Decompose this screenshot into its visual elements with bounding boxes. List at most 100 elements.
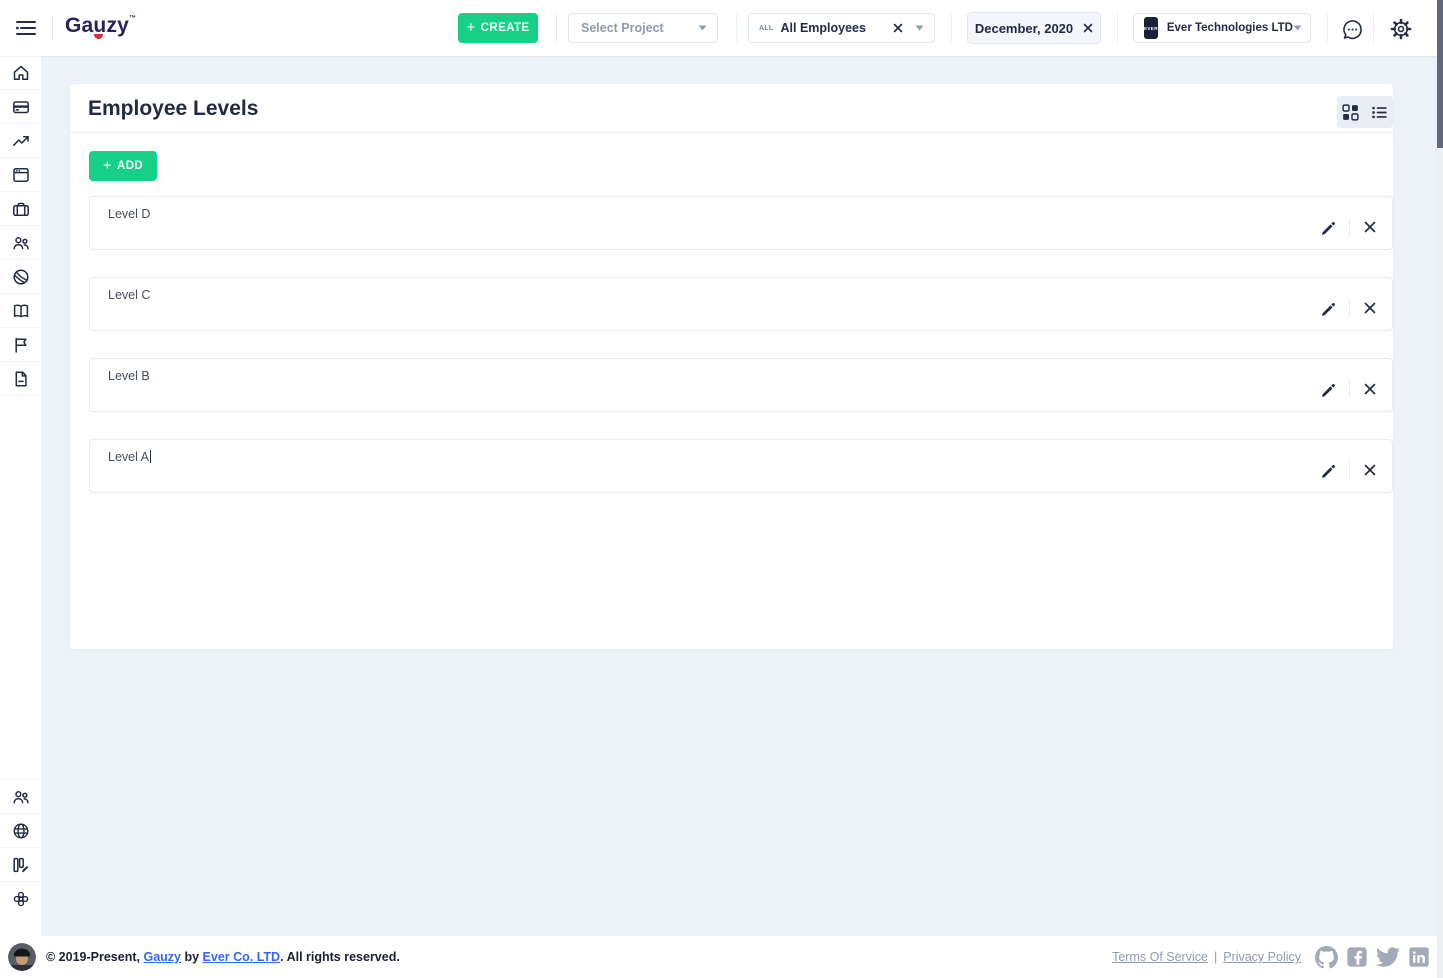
list-view-icon[interactable]	[1371, 104, 1388, 121]
text-cursor	[150, 450, 151, 463]
divider	[52, 16, 53, 40]
level-row[interactable]: Level A	[89, 439, 1393, 493]
social-icons	[1315, 945, 1430, 969]
sidebar-item-reports[interactable]	[0, 362, 41, 396]
sidebar-item-layouts[interactable]	[0, 847, 41, 881]
user-avatar[interactable]	[8, 943, 36, 971]
delete-x-icon[interactable]	[1360, 301, 1380, 315]
twitter-icon[interactable]	[1376, 945, 1400, 969]
ever-co-link[interactable]: Ever Co. LTD	[203, 950, 281, 964]
date-range-chip[interactable]: December, 2020	[967, 12, 1101, 44]
sidebar-item-dashboard[interactable]	[0, 56, 41, 90]
delete-x-icon[interactable]	[1360, 220, 1380, 234]
edit-pencil-icon[interactable]	[1317, 219, 1339, 235]
top-bar: Gauzy™ + CREATE Select Project ALL All E…	[0, 0, 1443, 56]
project-select[interactable]: Select Project	[568, 13, 718, 43]
employee-select-value: All Employees	[781, 21, 866, 35]
row-actions	[1317, 380, 1380, 398]
people-icon	[11, 233, 31, 253]
briefcase-icon	[11, 199, 31, 219]
edit-pencil-icon[interactable]	[1317, 381, 1339, 397]
sidebar-item-accounting[interactable]	[0, 90, 41, 124]
delete-x-icon[interactable]	[1360, 463, 1380, 477]
level-name: Level B	[108, 369, 150, 383]
date-range-value: December, 2020	[975, 21, 1073, 36]
layout-edit-icon	[11, 855, 31, 875]
trending-up-icon	[11, 131, 31, 151]
footer: © 2019-Present, Gauzy by Ever Co. LTD. A…	[0, 936, 1443, 978]
level-row[interactable]: Level B	[89, 358, 1393, 412]
divider	[1327, 14, 1328, 42]
scrollbar-thumb[interactable]	[1437, 0, 1443, 148]
file-text-icon	[11, 369, 31, 389]
gauzy-link[interactable]: Gauzy	[143, 950, 181, 964]
privacy-policy-link[interactable]: Privacy Policy	[1223, 950, 1301, 964]
terms-of-service-link[interactable]: Terms Of Service	[1112, 950, 1208, 964]
flag-icon	[11, 335, 31, 355]
book-open-icon	[11, 301, 31, 321]
organization-select[interactable]: EVER Ever Technologies LTD	[1133, 13, 1311, 43]
level-name: Level D	[108, 207, 150, 221]
organization-select-value: Ever Technologies LTD	[1167, 22, 1293, 34]
level-name: Level A	[108, 450, 151, 464]
level-list: Level D Level C	[89, 196, 1393, 493]
home-icon	[11, 63, 31, 83]
gauzy-logo[interactable]: Gauzy™	[65, 14, 136, 42]
sidebar-bottom-group	[0, 779, 41, 915]
close-icon[interactable]	[1083, 23, 1093, 33]
browser-icon	[11, 165, 31, 185]
sidebar-item-tasks[interactable]	[0, 158, 41, 192]
sidebar-item-sales[interactable]	[0, 124, 41, 158]
sidebar-item-goals[interactable]	[0, 328, 41, 362]
scrollbar-track[interactable]	[1437, 0, 1443, 978]
all-employees-avatar: ALL	[759, 25, 774, 32]
chat-icon[interactable]	[1339, 16, 1365, 42]
employee-levels-card: Employee Levels	[70, 84, 1393, 649]
plus-icon: +	[467, 19, 476, 36]
sidebar-item-users[interactable]	[0, 779, 41, 813]
card-header: Employee Levels	[70, 84, 1393, 133]
divider	[1349, 461, 1350, 479]
people-icon	[11, 787, 31, 807]
level-row[interactable]: Level D	[89, 196, 1393, 250]
logo-tm: ™	[129, 15, 136, 22]
linkedin-icon[interactable]	[1408, 946, 1430, 968]
credit-card-icon	[11, 97, 31, 117]
settings-flower-icon	[11, 889, 31, 909]
row-actions	[1317, 218, 1380, 236]
view-toggle	[1337, 96, 1393, 128]
chevron-down-icon	[915, 25, 924, 31]
level-row[interactable]: Level C	[89, 277, 1393, 331]
close-icon[interactable]	[893, 23, 903, 33]
divider	[1349, 299, 1350, 317]
gear-icon[interactable]	[1388, 16, 1414, 42]
facebook-icon[interactable]	[1346, 946, 1368, 968]
divider	[1373, 14, 1374, 42]
employee-select[interactable]: ALL All Employees	[748, 13, 935, 43]
sidebar-item-jobs[interactable]	[0, 192, 41, 226]
grid-view-icon[interactable]	[1342, 104, 1359, 121]
create-button[interactable]: + CREATE	[458, 13, 538, 43]
logo-red-dot	[94, 34, 103, 39]
delete-x-icon[interactable]	[1360, 382, 1380, 396]
level-name: Level C	[108, 288, 150, 302]
menu-icon[interactable]	[12, 15, 40, 41]
edit-pencil-icon[interactable]	[1317, 462, 1339, 478]
page-title: Employee Levels	[88, 97, 258, 121]
sidebar-item-organization[interactable]	[0, 260, 41, 294]
add-button[interactable]: + ADD	[89, 151, 157, 181]
sidebar-item-settings[interactable]	[0, 881, 41, 915]
create-button-label: CREATE	[481, 22, 530, 34]
divider	[1349, 218, 1350, 236]
edit-pencil-icon[interactable]	[1317, 300, 1339, 316]
plus-icon: +	[103, 157, 112, 174]
sidebar-item-knowledge-base[interactable]	[0, 294, 41, 328]
add-button-label: ADD	[117, 160, 143, 172]
sidebar-item-employees[interactable]	[0, 226, 41, 260]
sidebar	[0, 56, 42, 936]
chevron-down-icon	[1293, 25, 1302, 31]
divider	[556, 14, 557, 42]
project-select-placeholder: Select Project	[581, 21, 664, 35]
sidebar-item-languages[interactable]	[0, 813, 41, 847]
github-icon[interactable]	[1315, 946, 1338, 969]
